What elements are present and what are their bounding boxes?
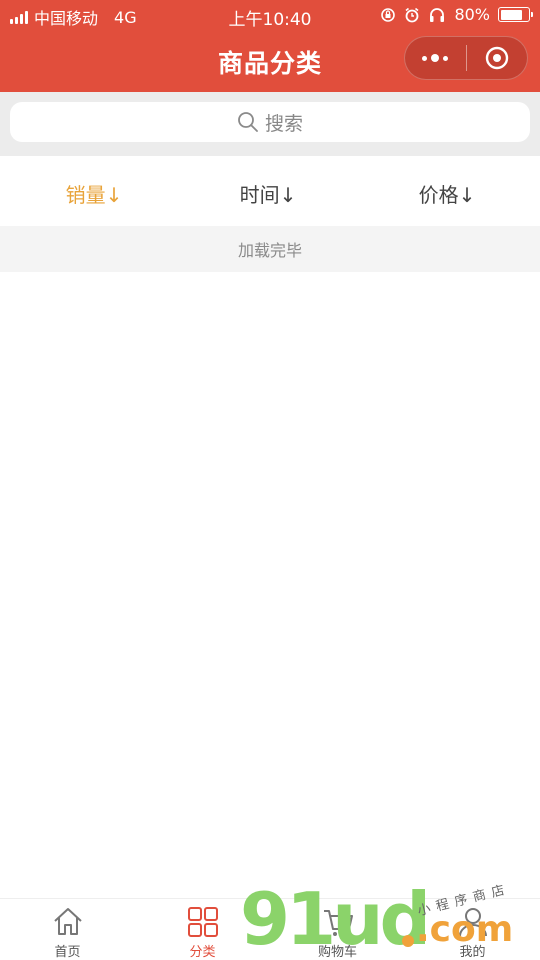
grid-icon [187,907,218,937]
mini-program-capsule [404,36,528,80]
battery-percent: 80% [454,5,490,24]
nav-bar: 商品分类 [0,30,540,92]
tab-bar: 首页 分类 购物车 我的 [0,898,540,960]
sort-by-sales[interactable]: 销量↓ [4,160,184,226]
tab-label: 首页 [54,945,81,960]
tab-label: 购物车 [317,945,357,960]
tab-home[interactable]: 首页 [0,899,135,960]
tab-label: 我的 [459,945,486,960]
tab-label: 分类 [189,945,216,960]
tab-cart[interactable]: 购物车 [270,899,405,960]
headphones-icon [430,7,445,22]
close-mini-program-button[interactable] [466,36,527,80]
home-icon [53,908,82,935]
search-icon [238,112,258,132]
cart-icon [323,910,353,936]
status-bar: 中国移动 4G 上午10:40 80% [0,0,540,30]
search-area: 搜索 [0,92,540,156]
rotation-lock-icon [381,7,396,22]
sort-by-price[interactable]: 价格↓ [357,160,537,226]
alarm-icon [405,7,419,22]
sort-by-time[interactable]: 时间↓ [178,160,358,226]
more-button[interactable] [405,36,466,80]
battery-icon [498,7,533,22]
target-circle-icon [485,46,508,70]
status-right: 80% [380,5,533,24]
more-dots-icon [422,54,449,62]
sort-bar: 销量↓ 时间↓ 价格↓ [0,160,540,226]
load-complete-text: 加载完毕 [0,226,540,272]
search-input[interactable]: 搜索 [10,102,530,142]
tab-mine[interactable]: 我的 [405,899,540,960]
tab-category[interactable]: 分类 [135,899,270,960]
user-icon [458,908,487,937]
search-placeholder: 搜索 [264,112,303,135]
battery-fill [500,9,523,20]
